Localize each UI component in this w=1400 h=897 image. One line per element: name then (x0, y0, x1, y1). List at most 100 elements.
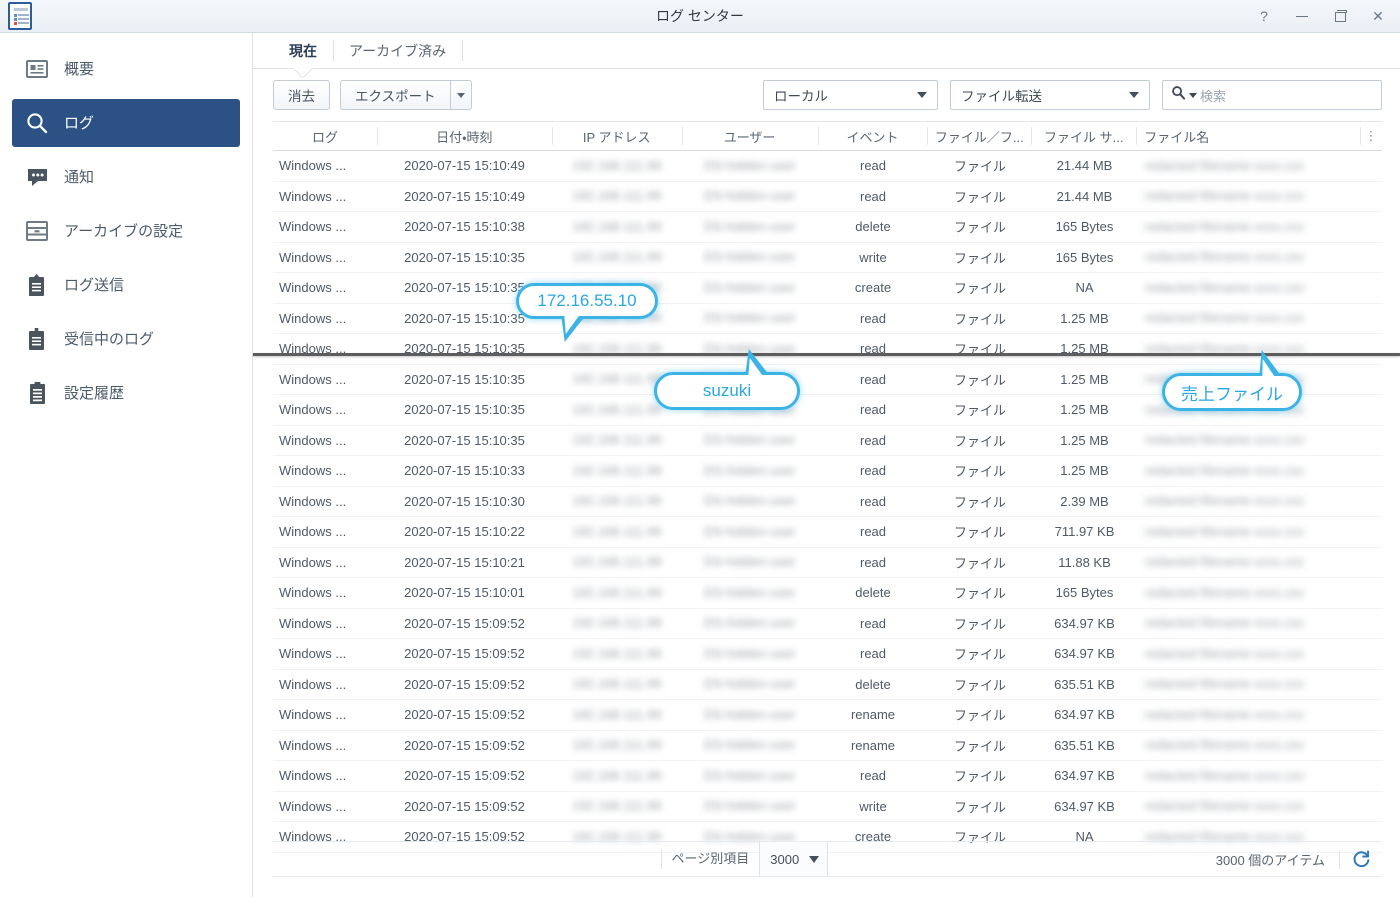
cell-date: 2020-07-15 15:10:35 (404, 402, 525, 418)
cell-log: Windows ... (279, 798, 347, 814)
column-header-filename[interactable]: ファイル名 (1136, 122, 1360, 150)
toolbar: 消去 エクスポート ローカル ファイル転送 検索 (253, 69, 1400, 121)
cell-ftype: ファイル (953, 311, 1006, 327)
close-icon[interactable]: ✕ (1370, 8, 1386, 24)
table-row[interactable]: Windows ... 2020-07-15 15:10:01 192.168.11… (273, 578, 1382, 609)
cell-ftype: ファイル (953, 555, 1006, 571)
maximize-icon[interactable] (1332, 8, 1348, 24)
refresh-icon[interactable] (1340, 850, 1382, 869)
cell-filename-redacted: redacted-filename-xxxx.csv (1145, 707, 1305, 722)
cell-log: Windows ... (279, 585, 347, 601)
table-body: Windows ... 2020-07-15 15:10:49 192.168.11… (253, 151, 1400, 853)
log-center-icon (8, 2, 32, 30)
tab-archived[interactable]: アーカイブ済み (333, 33, 462, 68)
tab-label: アーカイブ済み (349, 42, 447, 59)
chevron-down-icon (809, 855, 820, 863)
cell-fsize: 165 Bytes (1055, 219, 1114, 235)
sidebar-item-overview[interactable]: 概要 (12, 45, 240, 93)
cell-event: read (859, 615, 887, 631)
cell-log: Windows ... (279, 371, 347, 387)
column-header-filetype[interactable]: ファイル／フ... (927, 122, 1031, 150)
column-header-user[interactable]: ユーザー (681, 122, 818, 150)
cell-log: Windows ... (279, 737, 347, 753)
export-button[interactable]: エクスポート (340, 80, 450, 110)
cell-fsize: 21.44 MB (1056, 158, 1113, 174)
column-header-event[interactable]: イベント (817, 122, 928, 150)
export-dropdown-button[interactable] (449, 80, 472, 110)
cell-filename-redacted: redacted-filename-xxxx.csv (1145, 616, 1305, 631)
column-header-log[interactable]: ログ (273, 122, 377, 150)
caret-down-icon[interactable] (1189, 92, 1197, 98)
sidebar-item-receiving-log[interactable]: 受信中のログ (12, 315, 240, 363)
table-row[interactable]: Windows ... 2020-07-15 15:09:52 192.168.11… (273, 700, 1382, 731)
page-size-select[interactable]: 3000 (759, 842, 829, 876)
minimize-icon[interactable] (1294, 8, 1310, 24)
export-split-button: エクスポート (340, 80, 472, 110)
search-placeholder: 検索 (1200, 88, 1227, 104)
help-icon[interactable]: ? (1256, 8, 1272, 24)
cell-user-redacted: DS-hidden-user (704, 677, 796, 692)
log-type-select-value: ファイル転送 (961, 89, 1042, 104)
cell-ip-redacted: 192.168.111.99 (572, 158, 662, 173)
search-input[interactable]: 検索 (1162, 80, 1382, 110)
table-row[interactable]: Windows ... 2020-07-15 15:09:52 192.168.11… (273, 761, 1382, 792)
footer-right-group: 3000 個のアイテム (1216, 849, 1382, 869)
sidebar-item-settings-history[interactable]: 設定履歴 (12, 369, 240, 417)
cell-filename-redacted: redacted-filename-xxxx.csv (1145, 585, 1305, 600)
sidebar-item-log[interactable]: ログ (12, 99, 240, 147)
table-row[interactable]: Windows ...2020-07-15 15:10:35192.168.11… (273, 304, 1382, 334)
table-row[interactable]: Windows ... 2020-07-15 15:09:52 192.168.11… (273, 731, 1382, 761)
cell-ip-redacted: 192.168.111.99 (572, 433, 662, 448)
table-row[interactable]: Windows ...2020-07-15 15:10:35192.168.11… (273, 273, 1382, 304)
cell-filename-redacted: redacted-filename-xxxx.csv (1145, 524, 1305, 539)
table-row[interactable]: Windows ... 2020-07-15 15:09:52 192.168.11… (273, 609, 1382, 639)
callout-text: suzuki (702, 381, 752, 400)
cell-ip-redacted: 192.168.111.99 (572, 646, 662, 661)
cell-date: 2020-07-15 15:10:49 (404, 188, 525, 204)
table-row[interactable]: Windows ... 2020-07-15 15:10:30 192.168.11… (273, 487, 1382, 517)
tab-bar: 現在 アーカイブ済み (253, 33, 1400, 69)
sidebar-item-notification[interactable]: 通知 (12, 153, 240, 201)
cell-filename-redacted: redacted-filename-xxxx.csv (1145, 738, 1305, 753)
cell-ftype: ファイル (953, 647, 1006, 663)
table-row[interactable]: Windows ... 2020-07-15 15:10:33 192.168.11… (273, 456, 1382, 487)
table-row[interactable]: Windows ...2020-07-15 15:10:35192.168.11… (273, 426, 1382, 456)
sidebar-item-label: 設定履歴 (64, 384, 125, 402)
column-header-datetime[interactable]: 日付・時刻 (376, 122, 552, 150)
tab-current[interactable]: 現在 (273, 33, 333, 68)
callout-file-name: 売上ファイル (1162, 350, 1302, 411)
cell-filename-redacted: redacted-filename-xxxx.csv (1145, 494, 1305, 509)
toolbar-right-group: ローカル ファイル転送 検索 (763, 80, 1382, 110)
cell-fsize: 11.88 KB (1058, 554, 1111, 570)
table-row[interactable]: Windows ... 2020-07-15 15:10:49 192.168.11… (273, 151, 1382, 182)
source-select[interactable]: ローカル (763, 80, 938, 110)
log-type-select[interactable]: ファイル転送 (950, 80, 1150, 110)
sidebar: 概要 ログ 通知 アーカイブの設定 ログ送信 受信中のログ 設定履歴 (0, 33, 253, 897)
page-items-label: ページ別項目 (660, 849, 760, 869)
chevron-down-icon (456, 92, 465, 98)
cell-ip-redacted: 192.168.111.99 (572, 463, 662, 478)
sidebar-item-log-sending[interactable]: ログ送信 (12, 261, 240, 309)
cell-user-redacted: DS-hidden-user (704, 768, 796, 783)
table-row[interactable]: Windows ...2020-07-15 15:10:35192.168.11… (273, 334, 1382, 365)
table-row[interactable]: Windows ...2020-07-15 15:10:35192.168.11… (273, 243, 1382, 273)
sidebar-item-archive-settings[interactable]: アーカイブの設定 (12, 207, 240, 255)
column-header-ip[interactable]: IP アドレス (551, 122, 682, 150)
cell-fsize: 1.25 MB (1060, 310, 1109, 326)
clear-button[interactable]: 消去 (273, 80, 330, 110)
cell-ip-redacted: 192.168.111.99 (572, 738, 662, 753)
column-header-filesize[interactable]: ファイル サ... (1031, 122, 1136, 150)
table-row[interactable]: Windows ... 2020-07-15 15:10:21 192.168.11… (273, 548, 1382, 578)
table-row[interactable]: Windows ... 2020-07-15 15:10:49 192.168.11… (273, 182, 1382, 212)
table-row[interactable]: Windows ... 2020-07-15 15:09:52 192.168.11… (273, 670, 1382, 700)
chevron-down-icon (917, 92, 927, 98)
table-row[interactable]: Windows ... 2020-07-15 15:10:22 192.168.11… (273, 517, 1382, 548)
kebab-menu-icon[interactable]: ⋮ (1360, 122, 1382, 150)
table-row[interactable]: Windows ... 2020-07-15 15:09:52 192.168.11… (273, 792, 1382, 822)
table-row[interactable]: Windows ... 2020-07-15 15:10:38 192.168.11… (273, 212, 1382, 243)
cell-date: 2020-07-15 15:09:52 (404, 798, 525, 814)
table-row[interactable]: Windows ... 2020-07-15 15:09:52 192.168.11… (273, 639, 1382, 670)
cell-user-redacted: DS-hidden-user (704, 189, 796, 204)
cell-ip-redacted: 192.168.111.99 (572, 555, 662, 570)
tab-label: 現在 (289, 42, 317, 59)
